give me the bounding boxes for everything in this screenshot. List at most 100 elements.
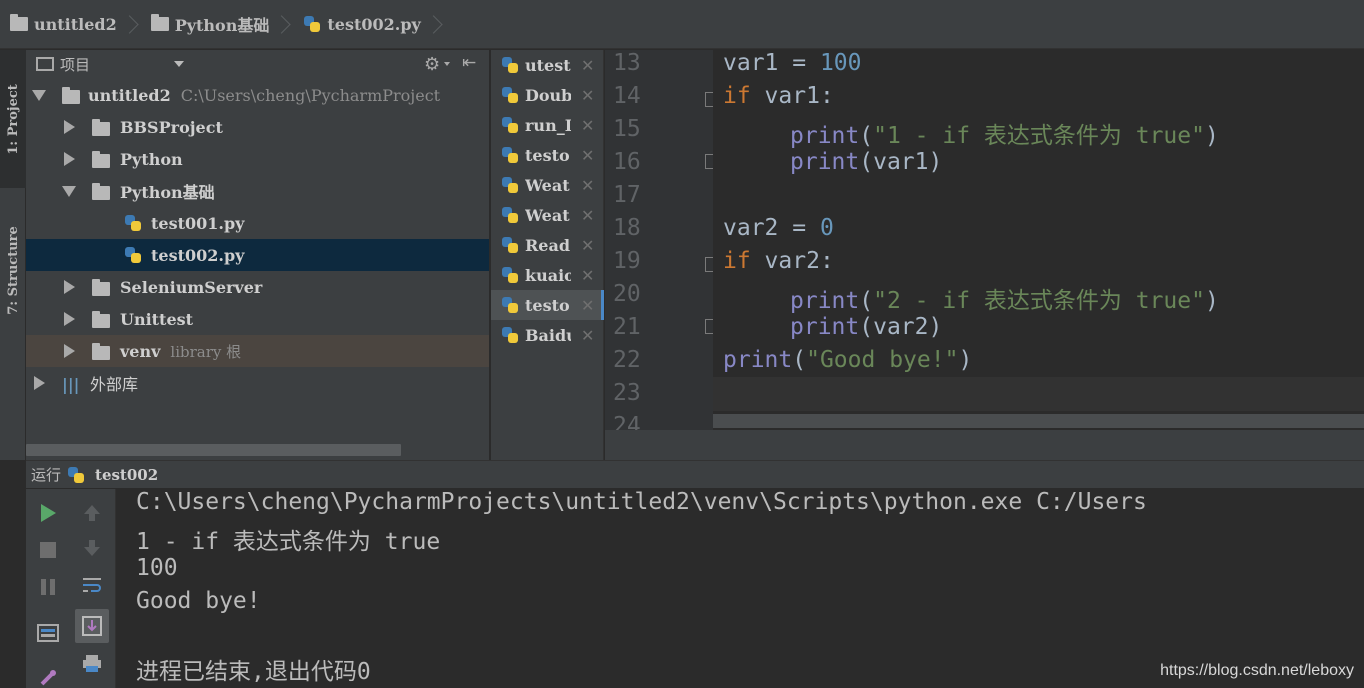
folder-icon [92, 183, 110, 200]
code-line: print(var2) [790, 314, 943, 340]
tree-item-root[interactable]: untitled2 C:\Users\cheng\PycharmProject [26, 79, 489, 111]
restore-layout-button[interactable] [34, 619, 62, 647]
print-button[interactable] [78, 649, 106, 677]
close-icon[interactable]: ✕ [581, 56, 594, 75]
collapsed-arrow-icon[interactable] [64, 312, 75, 326]
tree-item-seleniumserver[interactable]: SeleniumServer [26, 271, 489, 303]
python-file-icon [501, 116, 519, 134]
project-view-icon [36, 57, 54, 71]
run-config-tab[interactable]: test002 [95, 466, 158, 484]
folder-icon [92, 151, 110, 168]
up-button[interactable] [78, 499, 106, 527]
console-line: 100 [136, 555, 178, 581]
expanded-arrow-icon[interactable] [32, 90, 46, 101]
stop-icon [40, 542, 56, 558]
expanded-arrow-icon[interactable] [62, 186, 76, 197]
open-file-tab[interactable]: testo ✕ [491, 140, 604, 170]
run-console-output[interactable]: C:\Users\cheng\PycharmProjects\untitled2… [116, 489, 1364, 688]
breadcrumb-label: untitled2 [34, 14, 117, 34]
tree-item-python[interactable]: Python [26, 143, 489, 175]
settings-button[interactable] [34, 664, 62, 688]
project-panel-header: 项目 ⚙ ⇤ [26, 50, 489, 78]
breadcrumb-item-project[interactable]: untitled2 [10, 0, 151, 49]
code-line: var2 = 0 [723, 215, 834, 241]
code-line: if var2: [723, 248, 834, 274]
collapsed-arrow-icon[interactable] [34, 376, 45, 390]
project-view-selector[interactable]: 项目 [60, 54, 90, 75]
editor-gutter: 13 14 15 16 17 18 19 20 21 22 23 24 [605, 50, 720, 439]
breadcrumb-separator [427, 0, 441, 49]
folder-icon [62, 87, 80, 104]
collapsed-arrow-icon[interactable] [64, 344, 75, 358]
tree-item-label: test001.py [151, 213, 245, 233]
line-number: 23 [613, 380, 641, 406]
open-file-tab[interactable]: Weat ✕ [491, 200, 604, 230]
close-icon[interactable]: ✕ [581, 146, 594, 165]
chevron-down-icon[interactable] [174, 61, 184, 67]
stop-button[interactable] [34, 536, 62, 564]
close-icon[interactable]: ✕ [581, 326, 594, 345]
editor-horizontal-scrollbar[interactable] [713, 414, 1364, 428]
open-file-tab[interactable]: run_I ✕ [491, 110, 604, 140]
open-file-tab[interactable]: kuaio ✕ [491, 260, 604, 290]
code-line: if var1: [723, 83, 834, 109]
tree-item-venv[interactable]: venv library 根 [26, 335, 489, 367]
python-file-icon [501, 206, 519, 224]
close-icon[interactable]: ✕ [581, 236, 594, 255]
soft-wrap-button[interactable] [78, 571, 106, 599]
tree-item-label: SeleniumServer [120, 277, 263, 297]
open-file-label: Baidu [525, 325, 571, 345]
open-file-label: Weat [525, 175, 570, 195]
rerun-button[interactable] [34, 499, 62, 527]
breadcrumb-item-folder[interactable]: Python基础 [150, 0, 304, 49]
soft-wrap-icon [83, 578, 101, 592]
collapsed-arrow-icon[interactable] [64, 152, 75, 166]
open-file-label: kuaio [525, 265, 571, 285]
horizontal-scrollbar[interactable] [26, 444, 401, 456]
tree-item-path: C:\Users\cheng\PycharmProject [180, 85, 441, 105]
tree-item-test002[interactable]: test002.py [26, 239, 489, 271]
layout-icon [37, 624, 59, 642]
close-icon[interactable]: ✕ [581, 296, 594, 315]
open-file-tab[interactable]: utest ✕ [491, 50, 604, 80]
code-editor[interactable]: var1 = 100 if var1: print("1 - if 表达式条件为… [713, 50, 1364, 430]
tree-item-annotation: library 根 [170, 342, 242, 361]
play-icon [41, 504, 56, 522]
close-icon[interactable]: ✕ [581, 206, 594, 225]
tree-item-bbsproject[interactable]: BBSProject [26, 111, 489, 143]
close-icon[interactable]: ✕ [581, 176, 594, 195]
tree-item-unittest[interactable]: Unittest [26, 303, 489, 335]
python-file-icon [501, 236, 519, 254]
close-icon[interactable]: ✕ [581, 266, 594, 285]
collapsed-arrow-icon[interactable] [64, 280, 75, 294]
collapse-all-icon[interactable]: ⇤ [462, 53, 476, 73]
close-icon[interactable]: ✕ [581, 86, 594, 105]
open-file-tab-active[interactable]: testo ✕ [491, 290, 604, 320]
tree-item-label: BBSProject [120, 117, 223, 137]
close-icon[interactable]: ✕ [581, 116, 594, 135]
open-file-tab[interactable]: Baidu ✕ [491, 320, 604, 350]
open-file-tab[interactable]: Weat ✕ [491, 170, 604, 200]
pause-button[interactable] [34, 573, 62, 601]
scroll-to-end-button[interactable] [75, 609, 109, 643]
tree-item-python-basics[interactable]: Python基础 [26, 175, 489, 207]
chevron-down-icon[interactable] [444, 62, 450, 66]
project-tool-tab[interactable]: 1: Project [0, 50, 26, 188]
open-file-label: utest [525, 55, 571, 75]
breadcrumb-item-file[interactable]: test002.py [303, 0, 454, 49]
open-file-label: testo [525, 145, 570, 165]
folder-icon [150, 14, 169, 31]
arrow-down-icon [84, 540, 100, 556]
python-file-icon [501, 176, 519, 194]
console-line: 1 - if 表达式条件为 true [136, 529, 441, 555]
open-file-tab[interactable]: Doub ✕ [491, 80, 604, 110]
collapsed-arrow-icon[interactable] [64, 120, 75, 134]
open-file-tab[interactable]: Read ✕ [491, 230, 604, 260]
tree-item-external-libraries[interactable]: ||| 外部库 [26, 367, 489, 399]
tree-item-test001[interactable]: test001.py [26, 207, 489, 239]
gear-icon[interactable]: ⚙ [424, 54, 440, 75]
down-button[interactable] [78, 534, 106, 562]
structure-tool-tab[interactable]: 7: Structure [0, 200, 26, 340]
line-number: 17 [613, 182, 641, 208]
open-file-label: testo [525, 295, 570, 315]
